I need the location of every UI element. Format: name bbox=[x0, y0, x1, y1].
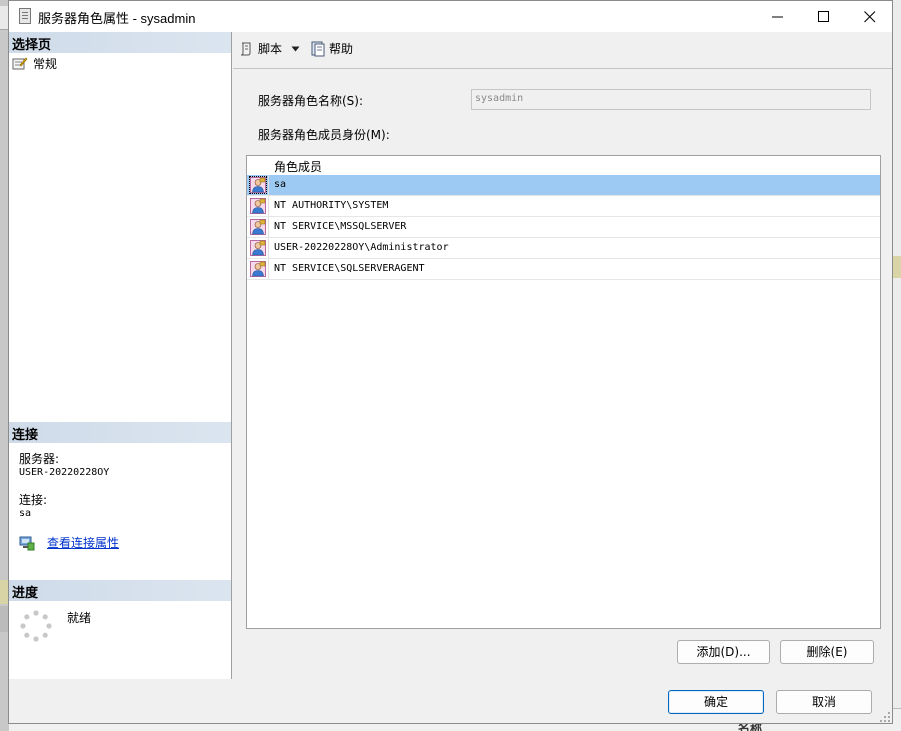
user-icon bbox=[250, 198, 266, 214]
resize-grip-icon[interactable] bbox=[879, 711, 891, 723]
add-member-button[interactable]: 添加(D)... bbox=[677, 640, 770, 664]
server-role-properties-dialog: 服务器角色属性 - sysadmin 选择页 常规 连接 服务器: USER-2… bbox=[8, 0, 893, 724]
cancel-button[interactable]: 取消 bbox=[776, 690, 872, 714]
user-icon bbox=[250, 219, 266, 235]
script-button[interactable]: 脚本 bbox=[239, 40, 300, 57]
background-app-right-edge bbox=[892, 0, 901, 731]
connection-label: 连接: bbox=[19, 493, 48, 507]
member-row[interactable]: NT SERVICE\MSSQLSERVER bbox=[247, 217, 880, 238]
user-icon bbox=[250, 240, 266, 256]
general-page-content: 服务器角色名称(S): sysadmin 服务器角色成员身份(M): 角色成员 … bbox=[233, 70, 892, 679]
window-title: 服务器角色属性 - sysadmin bbox=[38, 11, 196, 26]
maximize-button[interactable] bbox=[801, 1, 847, 32]
members-grid[interactable]: 角色成员 sa NT AUTHORITY\SYSTEM NT SERVICE\MSS… bbox=[246, 155, 881, 629]
maximize-icon bbox=[818, 11, 829, 22]
connection-properties-icon bbox=[19, 536, 35, 550]
toolbar: 脚本 帮助 bbox=[233, 32, 892, 69]
user-icon bbox=[250, 261, 266, 277]
left-pane: 选择页 常规 连接 服务器: USER-20220228OY 连接: sa 查看… bbox=[9, 32, 232, 679]
ok-button[interactable]: 确定 bbox=[668, 690, 764, 714]
role-name-field: sysadmin bbox=[471, 89, 871, 110]
help-icon bbox=[311, 41, 325, 56]
remove-member-button[interactable]: 删除(E) bbox=[780, 640, 874, 664]
members-column-header: 角色成员 bbox=[274, 160, 323, 174]
member-name: NT AUTHORITY\SYSTEM bbox=[274, 200, 389, 211]
member-icon-cell bbox=[247, 259, 269, 279]
member-row[interactable]: NT AUTHORITY\SYSTEM bbox=[247, 196, 880, 217]
script-label: 脚本 bbox=[258, 42, 283, 56]
member-icon-cell bbox=[247, 175, 269, 195]
minimize-button[interactable] bbox=[755, 1, 801, 32]
member-icon-cell bbox=[247, 196, 269, 216]
progress-spinner-icon bbox=[20, 610, 52, 642]
connection-value: sa bbox=[19, 508, 32, 519]
help-button[interactable]: 帮助 bbox=[310, 40, 353, 57]
member-name: NT SERVICE\SQLSERVERAGENT bbox=[274, 263, 425, 274]
progress-status: 就绪 bbox=[67, 611, 92, 625]
user-icon bbox=[249, 176, 267, 194]
member-name: NT SERVICE\MSSQLSERVER bbox=[274, 221, 407, 232]
title-bar[interactable]: 服务器角色属性 - sysadmin bbox=[9, 1, 892, 32]
server-info: 服务器: USER-20220228OY bbox=[19, 453, 109, 479]
help-label: 帮助 bbox=[329, 42, 354, 56]
member-icon-cell bbox=[247, 217, 269, 237]
member-icon-cell bbox=[247, 238, 269, 258]
role-name-label: 服务器角色名称(S): bbox=[258, 94, 364, 108]
close-button[interactable] bbox=[847, 1, 893, 32]
view-connection-properties: 查看连接属性 bbox=[19, 534, 119, 551]
chevron-down-icon[interactable] bbox=[291, 46, 300, 52]
members-label: 服务器角色成员身份(M): bbox=[258, 128, 390, 142]
script-icon bbox=[240, 42, 251, 55]
general-page-icon bbox=[12, 56, 28, 70]
connection-info: 连接: sa bbox=[19, 494, 47, 520]
member-name: USER-20220228OY\Administrator bbox=[274, 242, 449, 253]
document-icon bbox=[19, 8, 31, 24]
select-page-header: 选择页 bbox=[9, 32, 231, 53]
member-row[interactable]: USER-20220228OY\Administrator bbox=[247, 238, 880, 259]
page-item-general[interactable]: 常规 bbox=[12, 54, 57, 72]
close-icon bbox=[864, 11, 876, 23]
member-row[interactable]: sa bbox=[247, 175, 880, 196]
minimize-icon bbox=[772, 16, 783, 18]
page-item-label: 常规 bbox=[33, 56, 58, 71]
member-name: sa bbox=[274, 179, 287, 190]
view-connection-properties-link[interactable]: 查看连接属性 bbox=[47, 534, 119, 551]
member-row[interactable]: NT SERVICE\SQLSERVERAGENT bbox=[247, 259, 880, 280]
server-label: 服务器: bbox=[19, 452, 60, 466]
server-value: USER-20220228OY bbox=[19, 467, 110, 478]
progress-header: 进度 bbox=[9, 580, 231, 601]
connection-header: 连接 bbox=[9, 422, 231, 443]
